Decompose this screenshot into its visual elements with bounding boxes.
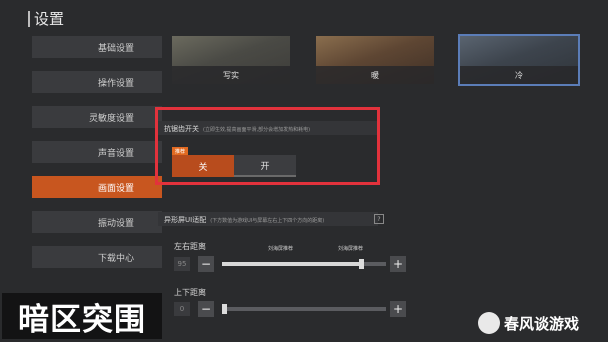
style-preset-realistic[interactable]: 写实	[172, 36, 290, 84]
sidebar-item-label: 灵敏度设置	[88, 113, 134, 124]
sidebar-item-controls[interactable]: 操作设置	[32, 71, 162, 93]
preset-label: 冷	[460, 66, 578, 84]
page-title: 设置	[28, 8, 64, 29]
sidebar-item-label: 声音设置	[97, 148, 134, 159]
horizontal-tick-label: 刘海屏推荐	[268, 246, 294, 252]
sidebar-item-label: 操作设置	[97, 78, 134, 89]
sidebar-item-sensitivity[interactable]: 灵敏度设置	[32, 106, 162, 128]
horizontal-decrease-button[interactable]: −	[198, 256, 214, 272]
horizontal-distance-slider[interactable]	[222, 259, 386, 269]
vertical-distance-label: 上下距离	[174, 288, 206, 297]
horizontal-distance-value: 95	[174, 257, 190, 271]
slider-fill	[222, 262, 361, 266]
screen-fit-hint: (下方数值为游戏UI与屏幕左右上下四个方向的距离)	[210, 218, 325, 224]
screen-fit-title: 异形屏UI适配 (下方数值为游戏UI与屏幕左右上下四个方向的距离)	[164, 215, 324, 225]
preset-label: 暖	[316, 66, 434, 84]
sidebar-item-label: 基础设置	[97, 43, 134, 54]
sidebar-item-vibration[interactable]: 振动设置	[32, 211, 162, 233]
sidebar-item-label: 振动设置	[97, 218, 134, 229]
watermark-channel: 春风谈游戏	[478, 311, 579, 335]
watermark-logo-text: 暗区突围	[2, 293, 162, 339]
screen-fit-title-text: 异形屏UI适配	[164, 216, 207, 224]
style-preset-cool[interactable]: 冷	[458, 34, 580, 86]
sidebar-item-label: 画面设置	[97, 183, 134, 194]
sidebar-item-downloads[interactable]: 下载中心	[32, 246, 162, 268]
sidebar-item-label: 下载中心	[97, 253, 134, 264]
vertical-distance-slider[interactable]	[222, 304, 386, 314]
channel-logo-icon	[478, 312, 500, 334]
style-presets: 写实 暖 冷	[170, 34, 608, 86]
sidebar-item-basic[interactable]: 基础设置	[32, 36, 162, 58]
help-icon[interactable]: ?	[374, 214, 384, 224]
channel-name: 春风谈游戏	[504, 314, 580, 333]
preset-label: 写实	[172, 66, 290, 84]
vertical-decrease-button[interactable]: −	[198, 301, 214, 317]
slider-handle[interactable]	[359, 259, 364, 269]
page-title-text: 设置	[34, 10, 65, 28]
sidebar: 基础设置 操作设置 灵敏度设置 声音设置 画面设置 振动设置 下载中心	[32, 36, 162, 281]
sidebar-item-graphics[interactable]: 画面设置	[32, 176, 162, 198]
horizontal-increase-button[interactable]: +	[390, 256, 406, 272]
vertical-distance-value: 0	[174, 302, 190, 316]
slider-handle[interactable]	[222, 304, 227, 314]
sidebar-item-sound[interactable]: 声音设置	[32, 141, 162, 163]
style-preset-warm[interactable]: 暖	[316, 36, 434, 84]
horizontal-distance-label: 左右距离	[174, 242, 206, 251]
highlight-box	[155, 107, 380, 185]
horizontal-tick-label: 刘海屏推荐	[338, 246, 364, 252]
title-bar-marker	[28, 10, 30, 27]
vertical-increase-button[interactable]: +	[390, 301, 406, 317]
